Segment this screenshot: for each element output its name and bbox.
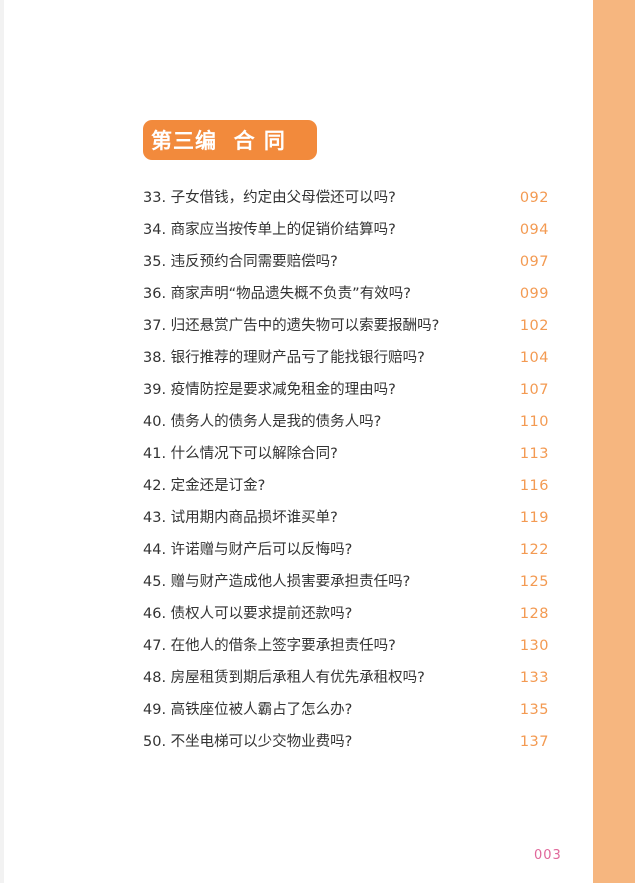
toc-entry[interactable]: 49. 高铁座位被人霸占了怎么办? 135: [143, 694, 549, 726]
book-page: 第三编 合 同 33. 子女借钱，约定由父母偿还可以吗? 092 34. 商家应当按…: [0, 0, 635, 883]
toc-entry-title: 48. 房屋租赁到期后承租人有优先承租权吗?: [143, 670, 425, 686]
toc-entry-title: 42. 定金还是订金?: [143, 478, 266, 494]
toc-entry[interactable]: 38. 银行推荐的理财产品亏了能找银行赔吗? 104: [143, 342, 549, 374]
side-color-band: [593, 0, 635, 883]
toc-entry[interactable]: 36. 商家声明“物品遗失概不负责”有效吗? 099: [143, 278, 549, 310]
toc-entry-page: 130: [519, 638, 549, 654]
toc-entry-page: 110: [519, 414, 549, 430]
toc-entry-title: 49. 高铁座位被人霸占了怎么办?: [143, 702, 353, 718]
toc-entry[interactable]: 47. 在他人的借条上签字要承担责任吗? 130: [143, 630, 549, 662]
toc-entry-page: 135: [519, 702, 549, 718]
toc-entry[interactable]: 39. 疫情防控是要求减免租金的理由吗? 107: [143, 374, 549, 406]
toc-entry-page: 113: [519, 446, 549, 462]
toc-entry-title: 35. 违反预约合同需要赔偿吗?: [143, 254, 338, 270]
toc-entry-page: 137: [519, 734, 549, 750]
toc-entry[interactable]: 43. 试用期内商品损坏谁买单? 119: [143, 502, 549, 534]
toc-entry-page: 107: [519, 382, 549, 398]
toc-entry-title: 43. 试用期内商品损坏谁买单?: [143, 510, 338, 526]
toc-entry-title: 39. 疫情防控是要求减免租金的理由吗?: [143, 382, 396, 398]
toc-entry[interactable]: 40. 债务人的债务人是我的债务人吗? 110: [143, 406, 549, 438]
toc-entry-page: 092: [519, 190, 549, 206]
toc-entry-page: 104: [519, 350, 549, 366]
toc-entry-page: 116: [519, 478, 549, 494]
toc-entry-page: 097: [519, 254, 549, 270]
toc-entry-title: 47. 在他人的借条上签字要承担责任吗?: [143, 638, 396, 654]
toc-entry[interactable]: 50. 不坐电梯可以少交物业费吗? 137: [143, 726, 549, 758]
toc-entry-title: 46. 债权人可以要求提前还款吗?: [143, 606, 353, 622]
toc-entry-page: 125: [519, 574, 549, 590]
toc-entry-page: 133: [519, 670, 549, 686]
toc-entry[interactable]: 45. 赠与财产造成他人损害要承担责任吗? 125: [143, 566, 549, 598]
table-of-contents: 33. 子女借钱，约定由父母偿还可以吗? 092 34. 商家应当按传单上的促销价结…: [143, 182, 549, 758]
toc-entry[interactable]: 42. 定金还是订金? 116: [143, 470, 549, 502]
toc-entry-page: 128: [519, 606, 549, 622]
section-title: 第三编 合 同: [151, 129, 286, 153]
toc-entry-title: 33. 子女借钱，约定由父母偿还可以吗?: [143, 190, 396, 206]
toc-entry-title: 41. 什么情况下可以解除合同?: [143, 446, 338, 462]
toc-entry-title: 37. 归还悬赏广告中的遗失物可以索要报酬吗?: [143, 318, 440, 334]
toc-entry-title: 45. 赠与财产造成他人损害要承担责任吗?: [143, 574, 411, 590]
page-left-edge: [0, 0, 4, 883]
toc-entry-title: 38. 银行推荐的理财产品亏了能找银行赔吗?: [143, 350, 425, 366]
section-heading-badge: 第三编 合 同: [143, 120, 317, 160]
toc-entry-title: 40. 债务人的债务人是我的债务人吗?: [143, 414, 382, 430]
toc-entry-page: 099: [519, 286, 549, 302]
toc-entry[interactable]: 41. 什么情况下可以解除合同? 113: [143, 438, 549, 470]
toc-entry[interactable]: 34. 商家应当按传单上的促销价结算吗? 094: [143, 214, 549, 246]
toc-entry[interactable]: 46. 债权人可以要求提前还款吗? 128: [143, 598, 549, 630]
toc-entry-page: 119: [519, 510, 549, 526]
toc-entry-title: 36. 商家声明“物品遗失概不负责”有效吗?: [143, 286, 411, 302]
toc-entry-title: 34. 商家应当按传单上的促销价结算吗?: [143, 222, 396, 238]
toc-entry-page: 122: [519, 542, 549, 558]
toc-entry-page: 102: [519, 318, 549, 334]
toc-entry[interactable]: 48. 房屋租赁到期后承租人有优先承租权吗? 133: [143, 662, 549, 694]
toc-entry-title: 44. 许诺赠与财产后可以反悔吗?: [143, 542, 353, 558]
toc-entry[interactable]: 44. 许诺赠与财产后可以反悔吗? 122: [143, 534, 549, 566]
toc-entry[interactable]: 35. 违反预约合同需要赔偿吗? 097: [143, 246, 549, 278]
toc-entry[interactable]: 33. 子女借钱，约定由父母偿还可以吗? 092: [143, 182, 549, 214]
toc-entry-page: 094: [519, 222, 549, 238]
footer-page-number: 003: [534, 848, 562, 863]
toc-entry-title: 50. 不坐电梯可以少交物业费吗?: [143, 734, 353, 750]
toc-entry[interactable]: 37. 归还悬赏广告中的遗失物可以索要报酬吗? 102: [143, 310, 549, 342]
